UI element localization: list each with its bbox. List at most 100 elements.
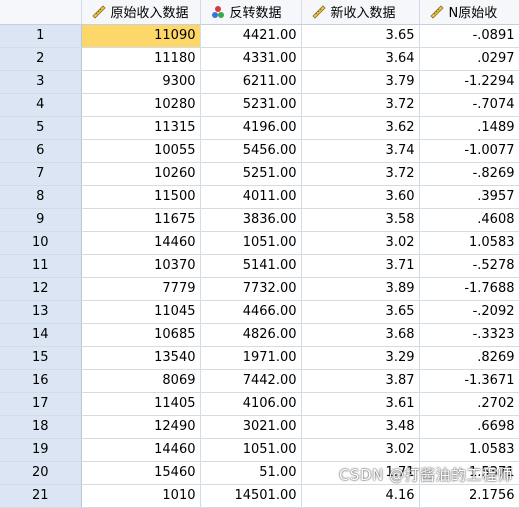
data-cell[interactable]: -1.2294 (419, 70, 519, 94)
data-cell[interactable]: -.0891 (419, 24, 519, 48)
data-cell[interactable]: .8269 (419, 346, 519, 370)
data-cell[interactable]: 4011.00 (200, 185, 302, 209)
data-cell[interactable]: 3.29 (301, 346, 420, 370)
data-cell[interactable]: 1010 (81, 484, 201, 508)
data-cell[interactable]: 11500 (81, 185, 201, 209)
data-cell[interactable]: 1.0583 (419, 438, 519, 462)
row-number-header[interactable]: 15 (0, 346, 82, 370)
data-cell[interactable]: 3.74 (301, 139, 420, 163)
data-cell[interactable]: 1051.00 (200, 231, 302, 255)
data-cell[interactable]: 3.02 (301, 231, 420, 255)
row-number-header[interactable]: 12 (0, 277, 82, 301)
row-number-header[interactable]: 19 (0, 438, 82, 462)
data-cell[interactable]: 14501.00 (200, 484, 302, 508)
row-number-header[interactable]: 8 (0, 185, 82, 209)
data-cell[interactable]: .3957 (419, 185, 519, 209)
data-cell[interactable]: 3.65 (301, 24, 420, 48)
data-cell[interactable]: 13540 (81, 346, 201, 370)
row-number-header[interactable]: 1 (0, 24, 82, 48)
data-cell[interactable]: .0297 (419, 47, 519, 71)
data-cell[interactable]: 14460 (81, 438, 201, 462)
data-cell[interactable]: 4826.00 (200, 323, 302, 347)
data-cell[interactable]: -1.3671 (419, 369, 519, 393)
data-cell[interactable]: 3.65 (301, 300, 420, 324)
data-cell[interactable]: -.7074 (419, 93, 519, 117)
data-cell[interactable]: 11405 (81, 392, 201, 416)
data-cell[interactable]: 11675 (81, 208, 201, 232)
data-cell[interactable]: 11315 (81, 116, 201, 140)
data-cell[interactable]: 4466.00 (200, 300, 302, 324)
column-header-reversed[interactable]: 反转数据 (200, 0, 302, 25)
data-cell[interactable]: 3.68 (301, 323, 420, 347)
data-cell[interactable]: 3.48 (301, 415, 420, 439)
data-cell[interactable]: 4196.00 (200, 116, 302, 140)
data-cell[interactable]: 11180 (81, 47, 201, 71)
column-header-new-income[interactable]: 新收入数据 (301, 0, 420, 25)
data-cell[interactable]: 3.02 (301, 438, 420, 462)
column-header-original-income[interactable]: 原始收入数据 (81, 0, 201, 25)
data-cell[interactable]: 5231.00 (200, 93, 302, 117)
data-cell[interactable]: 7779 (81, 277, 201, 301)
data-cell[interactable]: 1051.00 (200, 438, 302, 462)
data-cell[interactable]: 1.0583 (419, 231, 519, 255)
data-cell[interactable]: 3.71 (301, 254, 420, 278)
row-number-header[interactable]: 3 (0, 70, 82, 94)
data-cell[interactable]: 4331.00 (200, 47, 302, 71)
data-cell[interactable]: 4421.00 (200, 24, 302, 48)
data-cell[interactable]: .4608 (419, 208, 519, 232)
data-cell[interactable]: 10280 (81, 93, 201, 117)
row-number-header[interactable]: 4 (0, 93, 82, 117)
corner-cell[interactable] (0, 0, 82, 25)
data-cell[interactable]: 5456.00 (200, 139, 302, 163)
data-cell[interactable]: 7732.00 (200, 277, 302, 301)
data-cell[interactable]: -.2092 (419, 300, 519, 324)
data-cell[interactable]: 8069 (81, 369, 201, 393)
data-cell[interactable]: 7442.00 (200, 369, 302, 393)
row-number-header[interactable]: 16 (0, 369, 82, 393)
row-number-header[interactable]: 11 (0, 254, 82, 278)
data-cell[interactable]: 4.16 (301, 484, 420, 508)
data-cell[interactable]: 10370 (81, 254, 201, 278)
data-cell[interactable]: .6698 (419, 415, 519, 439)
data-cell[interactable]: 10260 (81, 162, 201, 186)
data-cell[interactable]: 14460 (81, 231, 201, 255)
row-number-header[interactable]: 13 (0, 300, 82, 324)
data-cell[interactable]: 11045 (81, 300, 201, 324)
data-cell[interactable]: 3.72 (301, 93, 420, 117)
data-cell[interactable]: 10055 (81, 139, 201, 163)
data-cell[interactable]: 3.79 (301, 70, 420, 94)
data-cell[interactable]: -1.7688 (419, 277, 519, 301)
data-cell[interactable]: .1489 (419, 116, 519, 140)
data-cell[interactable]: 3.89 (301, 277, 420, 301)
row-number-header[interactable]: 7 (0, 162, 82, 186)
data-cell[interactable]: 6211.00 (200, 70, 302, 94)
row-number-header[interactable]: 17 (0, 392, 82, 416)
row-number-header[interactable]: 20 (0, 461, 82, 485)
data-cell[interactable]: 3.58 (301, 208, 420, 232)
data-cell[interactable]: -.3323 (419, 323, 519, 347)
data-cell[interactable]: 3836.00 (200, 208, 302, 232)
data-cell[interactable]: 3.61 (301, 392, 420, 416)
row-number-header[interactable]: 14 (0, 323, 82, 347)
data-cell[interactable]: 15460 (81, 461, 201, 485)
data-cell[interactable]: 3.72 (301, 162, 420, 186)
data-cell[interactable]: 3.64 (301, 47, 420, 71)
data-cell[interactable]: 12490 (81, 415, 201, 439)
data-cell[interactable]: 3.87 (301, 369, 420, 393)
data-cell[interactable]: 3.60 (301, 185, 420, 209)
data-cell[interactable]: -.5278 (419, 254, 519, 278)
data-cell[interactable]: 4106.00 (200, 392, 302, 416)
selected-data-cell[interactable]: 11090 (81, 24, 201, 48)
data-cell[interactable]: 3021.00 (200, 415, 302, 439)
row-number-header[interactable]: 9 (0, 208, 82, 232)
data-cell[interactable]: 5251.00 (200, 162, 302, 186)
row-number-header[interactable]: 6 (0, 139, 82, 163)
data-cell[interactable]: 1971.00 (200, 346, 302, 370)
data-cell[interactable]: 51.00 (200, 461, 302, 485)
data-cell[interactable]: -.8269 (419, 162, 519, 186)
data-cell[interactable]: 10685 (81, 323, 201, 347)
row-number-header[interactable]: 2 (0, 47, 82, 71)
row-number-header[interactable]: 21 (0, 484, 82, 508)
row-number-header[interactable]: 5 (0, 116, 82, 140)
row-number-header[interactable]: 18 (0, 415, 82, 439)
